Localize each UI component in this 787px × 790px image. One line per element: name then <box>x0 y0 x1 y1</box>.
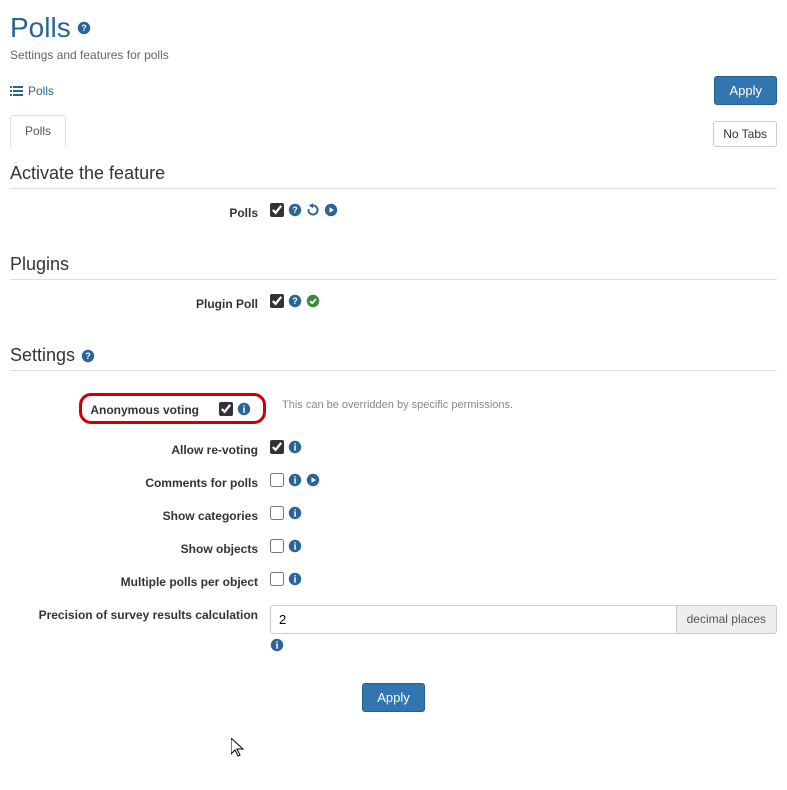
showcat-label: Show categories <box>10 506 270 523</box>
anonymous-voting-hint: This can be overridden by specific permi… <box>282 399 777 411</box>
multi-checkbox[interactable] <box>270 572 284 586</box>
apply-button-top[interactable]: Apply <box>714 76 777 105</box>
check-ok-icon[interactable] <box>306 294 320 308</box>
apply-button-bottom[interactable]: Apply <box>362 683 425 712</box>
info-icon[interactable] <box>270 638 284 652</box>
anonymous-voting-highlight: Anonymous voting <box>79 393 266 424</box>
help-icon[interactable] <box>81 349 95 363</box>
section-plugins-heading: Plugins <box>10 254 777 280</box>
info-icon[interactable] <box>288 539 302 553</box>
comments-label: Comments for polls <box>10 473 270 490</box>
comments-checkbox[interactable] <box>270 473 284 487</box>
play-icon[interactable] <box>306 473 320 487</box>
revote-label: Allow re-voting <box>10 440 270 457</box>
list-icon <box>10 84 24 98</box>
info-icon[interactable] <box>288 473 302 487</box>
tab-polls[interactable]: Polls <box>10 115 66 147</box>
info-icon[interactable] <box>237 402 251 416</box>
section-settings-heading: Settings <box>10 345 777 371</box>
showcat-checkbox[interactable] <box>270 506 284 520</box>
info-icon[interactable] <box>288 506 302 520</box>
reset-icon[interactable] <box>306 203 320 217</box>
precision-input[interactable] <box>270 605 677 634</box>
breadcrumb[interactable]: Polls <box>10 84 54 98</box>
precision-label: Precision of survey results calculation <box>10 605 270 622</box>
play-icon[interactable] <box>324 203 338 217</box>
breadcrumb-label: Polls <box>28 84 54 98</box>
plugin-poll-checkbox[interactable] <box>270 294 284 308</box>
polls-label: Polls <box>10 203 270 220</box>
anonymous-voting-label: Anonymous voting <box>90 400 211 417</box>
anonymous-voting-checkbox[interactable] <box>219 402 233 416</box>
revote-checkbox[interactable] <box>270 440 284 454</box>
help-icon[interactable] <box>288 294 302 308</box>
plugin-poll-label: Plugin Poll <box>10 294 270 311</box>
section-activate-heading: Activate the feature <box>10 163 777 189</box>
mouse-cursor-icon <box>231 738 245 758</box>
multi-label: Multiple polls per object <box>10 572 270 589</box>
help-icon[interactable] <box>288 203 302 217</box>
showobj-checkbox[interactable] <box>270 539 284 553</box>
polls-checkbox[interactable] <box>270 203 284 217</box>
precision-addon: decimal places <box>677 605 777 634</box>
help-icon[interactable] <box>77 21 91 35</box>
info-icon[interactable] <box>288 572 302 586</box>
section-settings-text: Settings <box>10 345 75 366</box>
page-subtitle: Settings and features for polls <box>10 48 777 62</box>
no-tabs-button[interactable]: No Tabs <box>713 121 777 147</box>
page-title: Polls <box>10 12 777 44</box>
page-title-text: Polls <box>10 12 71 44</box>
showobj-label: Show objects <box>10 539 270 556</box>
info-icon[interactable] <box>288 440 302 454</box>
